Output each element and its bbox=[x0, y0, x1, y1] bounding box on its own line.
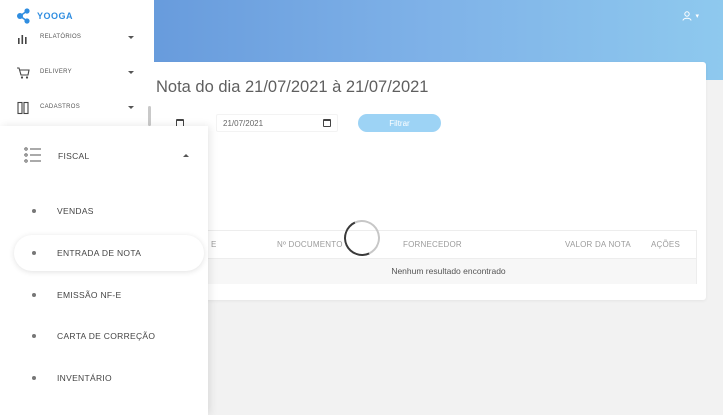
chevron-down-icon bbox=[128, 106, 134, 109]
chevron-down-icon bbox=[128, 36, 134, 39]
book-icon bbox=[17, 101, 29, 115]
column-header[interactable]: FORNECEDOR bbox=[403, 240, 462, 249]
fiscal-submenu: FISCAL VENDAS ENTRADA DE NOTA EMISSÃO NF… bbox=[0, 126, 208, 415]
logo[interactable]: YOOGA bbox=[16, 7, 73, 25]
user-icon bbox=[682, 11, 692, 21]
date-end-value: 21/07/2021 bbox=[223, 118, 264, 128]
chevron-up-icon[interactable] bbox=[183, 154, 189, 157]
submenu-item-carta-de-correcao[interactable]: CARTA DE CORREÇÃO bbox=[14, 318, 204, 354]
bullet-icon bbox=[32, 334, 36, 338]
sidebar-item-label: CADASTROS bbox=[40, 104, 81, 110]
submenu-item-label: EMISSÃO NF-E bbox=[57, 290, 122, 300]
bullet-icon bbox=[32, 209, 36, 213]
sidebar-item-delivery[interactable]: DELIVERY bbox=[0, 62, 154, 84]
sidebar: YOOGA RELATÓRIOS DELIVERY CADASTROS bbox=[0, 0, 154, 126]
page-title: Nota do dia 21/07/2021 à 21/07/2021 bbox=[156, 78, 429, 96]
column-header[interactable]: AÇÕES bbox=[651, 240, 680, 249]
logo-text: YOOGA bbox=[37, 11, 74, 21]
submenu-item-label: VENDAS bbox=[57, 206, 94, 216]
logo-icon bbox=[17, 8, 30, 24]
sidebar-item-relatorios[interactable]: RELATÓRIOS bbox=[0, 27, 154, 49]
submenu-item-entrada-de-nota[interactable]: ENTRADA DE NOTA bbox=[14, 235, 204, 271]
empty-message: Nenhum resultado encontrado bbox=[391, 266, 506, 276]
sidebar-item-label: RELATÓRIOS bbox=[40, 34, 82, 40]
notes-table: E Nº DOCUMENTO FORNECEDOR VALOR DA NOTA … bbox=[200, 230, 697, 284]
bullet-icon bbox=[32, 251, 36, 255]
sidebar-item-label: DELIVERY bbox=[40, 69, 72, 75]
bullet-icon bbox=[32, 376, 36, 380]
chevron-down-icon: ▾ bbox=[695, 13, 699, 20]
content-card: Nota do dia 21/07/2021 à 21/07/2021 21/0… bbox=[140, 62, 706, 300]
bullet-icon bbox=[32, 293, 36, 297]
cart-icon bbox=[17, 67, 30, 79]
submenu-item-label: ENTRADA DE NOTA bbox=[57, 248, 142, 258]
bar-chart-icon bbox=[18, 35, 27, 44]
table-body: Nenhum resultado encontrado bbox=[201, 258, 696, 284]
date-end-input[interactable]: 21/07/2021 bbox=[216, 114, 338, 132]
calendar-icon[interactable] bbox=[323, 119, 331, 127]
column-header[interactable]: E bbox=[211, 240, 217, 249]
column-header[interactable]: Nº DOCUMENTO bbox=[277, 240, 343, 249]
submenu-title[interactable]: FISCAL bbox=[58, 151, 90, 161]
sidebar-item-cadastros[interactable]: CADASTROS bbox=[0, 97, 154, 119]
submenu-item-label: INVENTÁRIO bbox=[57, 373, 112, 383]
chevron-down-icon bbox=[128, 71, 134, 74]
submenu-item-label: CARTA DE CORREÇÃO bbox=[57, 331, 156, 341]
list-icon bbox=[24, 147, 41, 163]
user-menu[interactable]: ▾ bbox=[682, 11, 699, 21]
column-header[interactable]: VALOR DA NOTA bbox=[565, 240, 631, 249]
submenu-item-inventario[interactable]: INVENTÁRIO bbox=[14, 360, 204, 396]
sidebar-scrollbar[interactable] bbox=[148, 106, 151, 126]
submenu-item-emissao-nfe[interactable]: EMISSÃO NF-E bbox=[14, 277, 204, 313]
submenu-item-vendas[interactable]: VENDAS bbox=[14, 193, 204, 229]
filter-button[interactable]: Filtrar bbox=[358, 114, 441, 132]
